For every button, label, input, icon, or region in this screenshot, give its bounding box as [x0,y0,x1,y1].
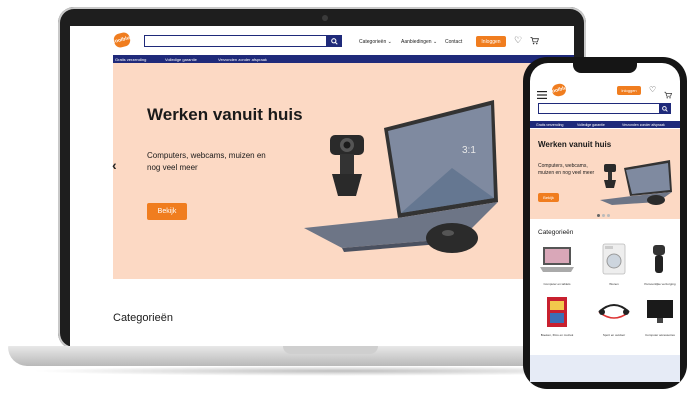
usp-item: Gratis verzending [115,56,147,62]
phone-notch [573,62,637,73]
laptop-screen: Coolblue Categorieën ⌄ Aanbiedingen ⌄ Co… [70,26,574,346]
laptop-camera [322,15,328,21]
phone-search-input[interactable] [538,103,660,114]
usp-item: Volledige garantie [165,56,197,62]
hero-subtitle: Computers, webcams, muizen en nog veel m… [147,151,266,172]
phone-hero-cta-button[interactable]: Bekijk [538,193,559,202]
menu-icon[interactable] [537,86,547,104]
nav-categories-label: Categorieën [359,39,387,45]
phone-hero-title: Werken vanuit huis [538,140,612,149]
carousel-dot[interactable] [602,214,605,217]
cart-icon[interactable] [664,86,673,104]
phone-login-button[interactable]: Inloggen [617,86,641,95]
nav-categories[interactable]: Categorieën ⌄ [359,39,392,45]
category-tile-image[interactable] [646,296,674,326]
carousel-dot[interactable] [607,214,610,217]
category-tile-image[interactable] [540,245,574,275]
laptop-base-notch [283,346,378,354]
category-tile-label[interactable]: Sport en outdoor [594,333,634,337]
cart-icon[interactable] [530,36,540,47]
category-tile-image[interactable] [597,298,631,324]
category-tile-label[interactable]: Computer accessoires [643,333,677,337]
category-tile-image[interactable] [601,243,627,275]
usp-item: Verzonden zonder afspraak [622,122,665,127]
nav-contact[interactable]: Contact [445,39,462,45]
category-tile-label[interactable]: Persoonlijke verzorging [643,282,677,286]
heart-icon[interactable]: ♡ [514,36,522,45]
usp-item: Verzonden zonder afspraak [218,56,267,62]
category-tile-image[interactable] [545,296,569,328]
category-tile-label[interactable]: Wonen [595,282,633,286]
usp-item: Gratis verzending [536,122,564,127]
nav-offers-label: Aanbiedingen [401,39,432,45]
carousel-prev-arrow[interactable]: ‹ [112,157,117,173]
chevron-down-icon: ⌄ [387,39,392,45]
login-button[interactable]: Inloggen [476,36,506,47]
search-button[interactable] [326,35,342,47]
search-input[interactable] [144,35,328,47]
category-tile-label[interactable]: Computer en tablets [536,282,578,286]
search-icon [662,105,668,112]
phone-search-button[interactable] [659,103,671,114]
usp-item: Volledige garantie [577,122,605,127]
nav-offers[interactable]: Aanbiedingen ⌄ [401,39,437,45]
carousel-dot[interactable] [597,214,600,217]
categories-heading: Categorieën [113,312,173,324]
phone-usp-bar: Gratis verzending Volledige garantie Ver… [530,121,680,128]
phone-categories-heading: Categorieën [538,229,574,236]
heart-icon[interactable]: ♡ [649,86,656,94]
hero-product-image: 3:1 [304,100,498,253]
search-icon [330,37,338,45]
hero-cta-button[interactable]: Bekijk [147,203,187,220]
phone-hero-subtitle: Computers, webcams, muizen en nog veel m… [538,163,595,176]
hero-title: Werken vanuit huis [147,105,303,124]
phone-footer-section [530,355,680,382]
chevron-down-icon: ⌄ [432,39,438,45]
category-tile-image[interactable] [649,243,669,275]
svg-text:3:1: 3:1 [462,145,476,156]
usp-bar: Gratis verzending Volledige garantie Ver… [113,55,574,63]
phone-hero-product-image [600,160,672,205]
category-tile-label[interactable]: Boeken, films en muziek [536,333,578,337]
